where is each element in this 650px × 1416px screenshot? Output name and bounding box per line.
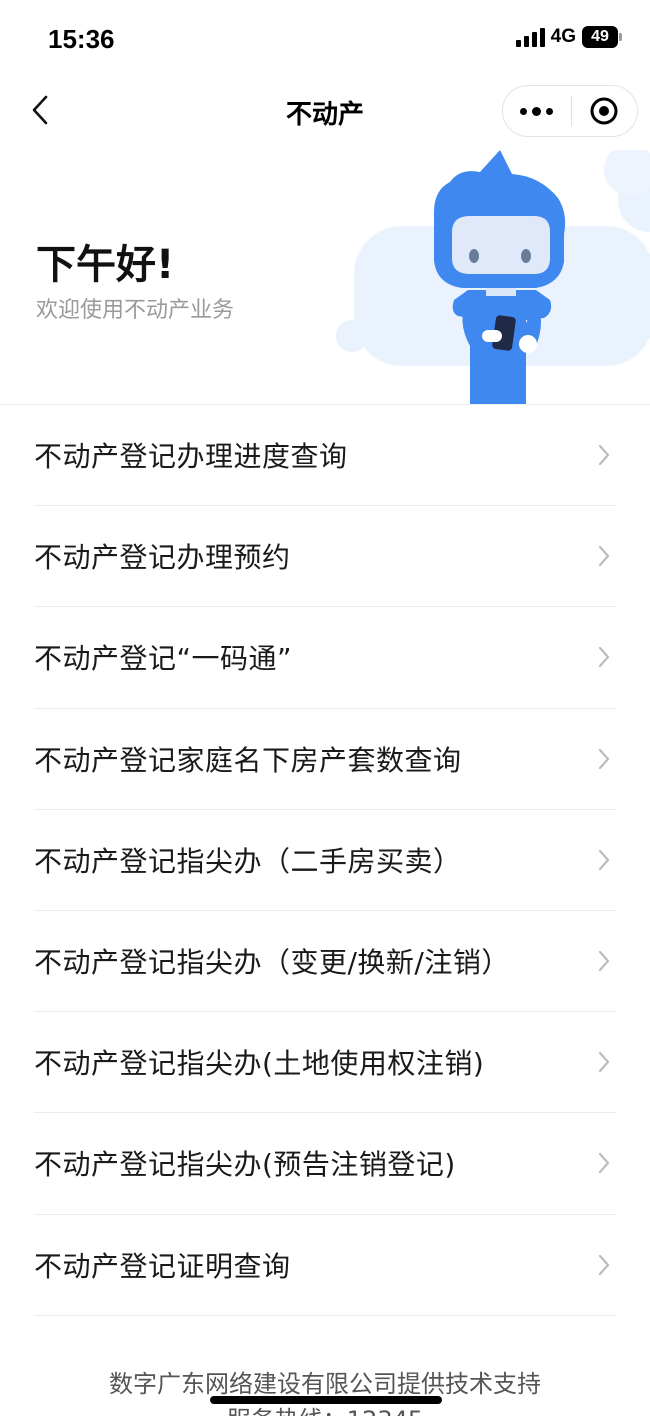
signal-icon — [515, 27, 545, 47]
chevron-right-icon — [596, 1050, 612, 1074]
welcome-subtitle: 欢迎使用不动产业务 — [36, 298, 235, 323]
battery-icon: 49 — [582, 26, 622, 48]
service-menu: 不动产登记办理进度查询 不动产登记办理预约 不动产登记“一码通” 不动产登记家庭… — [34, 405, 616, 1316]
chevron-right-icon — [596, 443, 612, 467]
menu-item-label: 不动产登记办理预约 — [34, 541, 291, 575]
menu-item-label: 不动产登记办理进度查询 — [34, 440, 348, 474]
menu-item-appointment[interactable]: 不动产登记办理预约 — [34, 506, 616, 608]
status-time: 15:36 — [48, 24, 115, 54]
home-indicator[interactable] — [210, 1396, 442, 1404]
target-circle-icon — [590, 97, 618, 125]
more-button[interactable] — [503, 86, 571, 136]
chevron-right-icon — [596, 949, 612, 973]
chevron-right-icon — [596, 1151, 612, 1175]
chevron-left-icon — [32, 95, 48, 125]
chevron-right-icon — [596, 848, 612, 872]
status-indicators: 4G 49 — [515, 26, 622, 48]
menu-item-change-renew-cancel[interactable]: 不动产登记指尖办（变更/换新/注销） — [34, 911, 616, 1013]
close-mini-program-button[interactable] — [572, 86, 638, 136]
menu-item-second-hand-sale[interactable]: 不动产登记指尖办（二手房买卖） — [34, 810, 616, 911]
mascot-illustration — [336, 150, 650, 404]
menu-item-label: 不动产登记家庭名下房产套数查询 — [34, 743, 462, 777]
battery-level: 49 — [582, 26, 618, 48]
menu-item-label: 不动产登记“一码通” — [34, 642, 293, 676]
mini-program-capsule — [502, 85, 638, 137]
footer-support-text: 数字广东网络建设有限公司提供技术支持 — [109, 1370, 541, 1398]
menu-item-property-count[interactable]: 不动产登记家庭名下房产套数查询 — [34, 709, 616, 810]
network-type: 4G — [550, 26, 576, 47]
back-button[interactable] — [20, 90, 60, 130]
menu-item-land-right-cancel[interactable]: 不动产登记指尖办(土地使用权注销) — [34, 1012, 616, 1114]
menu-item-label: 不动产登记指尖办（二手房买卖） — [34, 844, 462, 878]
menu-item-label: 不动产登记指尖办(土地使用权注销) — [34, 1047, 485, 1081]
menu-item-label: 不动产登记指尖办（变更/换新/注销） — [34, 946, 510, 980]
chevron-right-icon — [596, 645, 612, 669]
menu-item-label: 不动产登记证明查询 — [34, 1249, 291, 1283]
status-bar: 15:36 4G 49 — [0, 0, 650, 80]
menu-item-label: 不动产登记指尖办(预告注销登记) — [34, 1148, 456, 1182]
menu-item-one-code[interactable]: 不动产登记“一码通” — [34, 607, 616, 709]
menu-item-notice-cancel[interactable]: 不动产登记指尖办(预告注销登记) — [34, 1113, 616, 1215]
welcome-banner: 下午好! 欢迎使用不动产业务 — [0, 150, 650, 404]
chevron-right-icon — [596, 747, 612, 771]
chevron-right-icon — [596, 544, 612, 568]
more-dots-icon — [520, 107, 528, 115]
nav-bar: 不动产 — [0, 80, 650, 142]
menu-item-progress-query[interactable]: 不动产登记办理进度查询 — [34, 405, 616, 507]
chevron-right-icon — [596, 1253, 612, 1277]
greeting-text: 下午好! — [36, 242, 175, 288]
menu-item-certificate-query[interactable]: 不动产登记证明查询 — [34, 1215, 616, 1316]
